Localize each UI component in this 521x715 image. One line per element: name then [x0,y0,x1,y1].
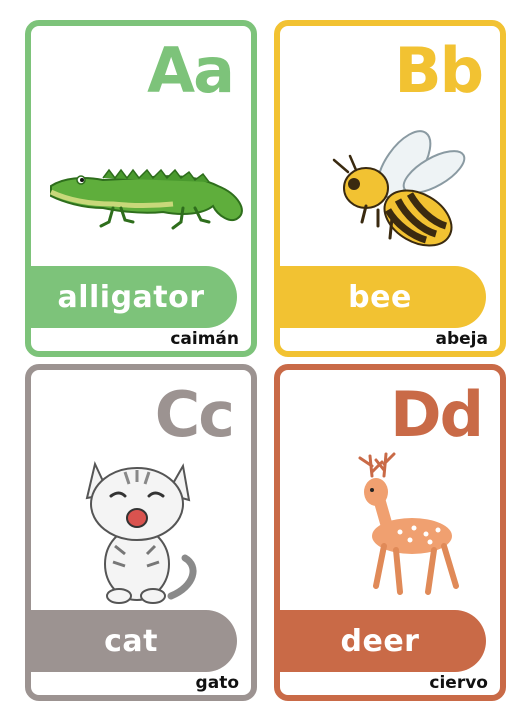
spanish-word: ciervo [429,673,488,693]
alligator-icon [49,168,243,230]
word-pill: bee [280,266,486,328]
english-word: alligator [57,279,205,315]
flashcard-bee: Bb bee abeja [274,20,506,357]
word-pill: cat [31,610,237,672]
flashcard-cat: Cc cat gato [25,364,257,701]
deer-icon [358,452,459,595]
word-pill: alligator [31,266,237,328]
spanish-word: caimán [170,329,239,349]
english-word: cat [104,623,158,659]
cat-icon [85,460,197,604]
spanish-word: gato [195,673,239,693]
card-letters: Bb [394,34,484,107]
word-pill: deer [280,610,486,672]
card-letters: Cc [154,378,235,451]
spanish-word: abeja [435,329,488,349]
flashcard-alligator: Aa alligator caimán [25,20,257,357]
card-letters: Dd [390,378,484,451]
english-word: deer [340,623,420,659]
bee-icon [332,130,466,247]
english-word: bee [348,279,412,315]
card-letters: Aa [147,34,235,107]
flashcard-deer: Dd deer ciervo [274,364,506,701]
